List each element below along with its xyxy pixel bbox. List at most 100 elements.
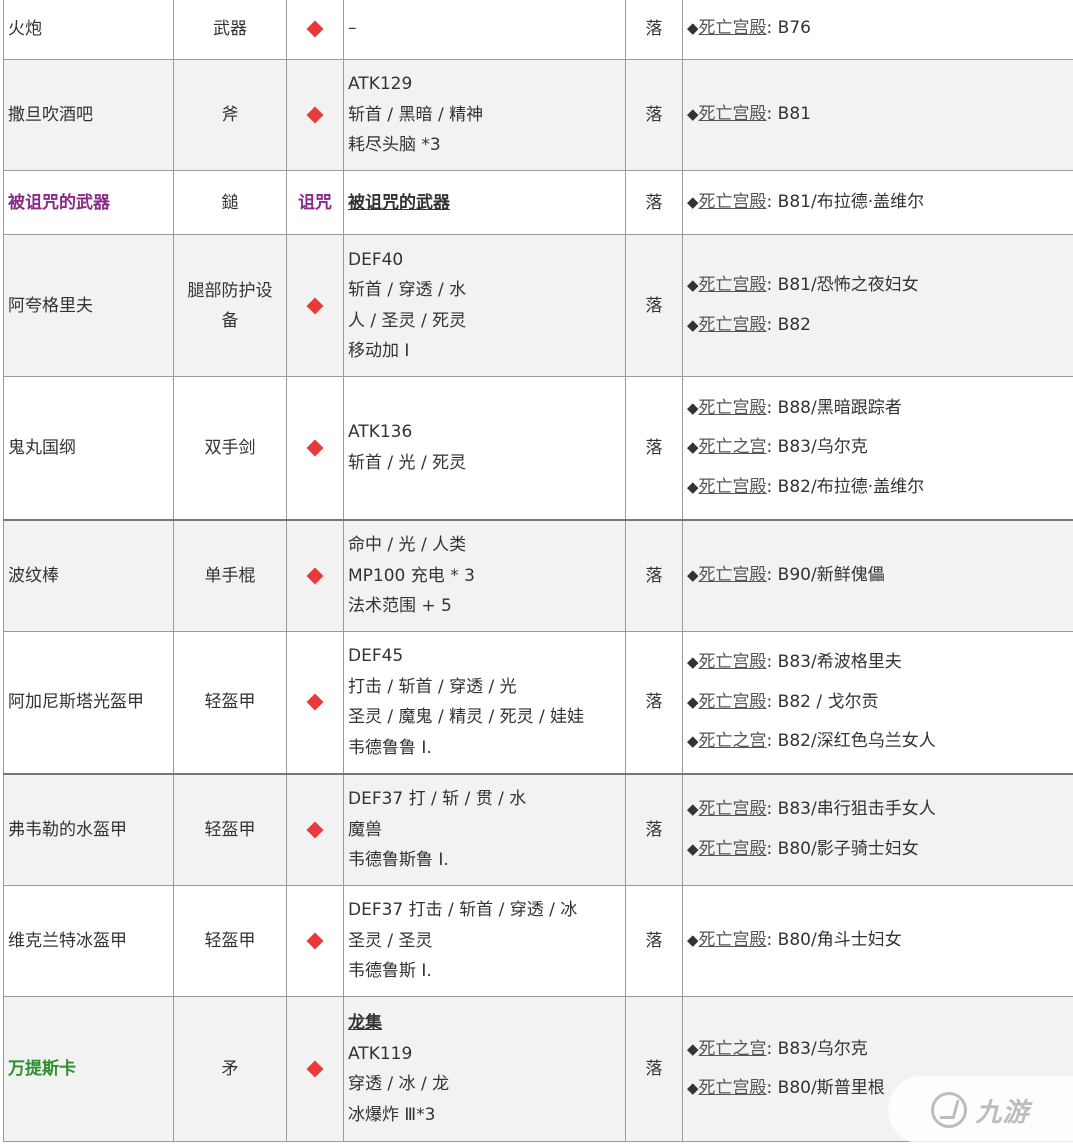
item-stats: DEF37 打击 / 斩首 / 穿透 / 冰 圣灵 / 圣灵 韦德鲁斯 I.	[343, 885, 626, 997]
diamond-icon	[306, 693, 324, 711]
diamond-icon	[306, 20, 324, 37]
item-sources: ◆死亡宫殿: B81/恐怖之夜妇女 ◆死亡宫殿: B82	[682, 234, 1073, 377]
source-entry: ◆死亡宫殿: B81	[687, 104, 811, 125]
source-entry: ◆死亡宫殿: B76	[687, 17, 811, 38]
location-link[interactable]: 死亡宫殿	[699, 18, 767, 38]
table-row: 波纹棒 单手棍 命中 / 光 / 人类 MP100 充电 * 3 法术范围 + …	[3, 518, 1073, 632]
diamond-icon	[306, 932, 324, 950]
location-link[interactable]: 死亡之宫	[699, 1039, 767, 1059]
table-row: 阿加尼斯塔光盔甲 轻盔甲 DEF45 打击 / 斩首 / 穿透 / 光 圣灵 /…	[3, 631, 1073, 774]
location-link[interactable]: 死亡宫殿	[699, 930, 767, 950]
drop-type: 落	[625, 772, 683, 886]
rarity-mark	[286, 518, 344, 632]
source-entry: ◆死亡宫殿: B81/恐怖之夜妇女	[687, 275, 919, 295]
source-entry: ◆死亡宫殿: B90/新鲜傀儡	[687, 565, 885, 585]
source-entry: ◆死亡之宫: B82/深红色乌兰女人	[687, 731, 936, 751]
rarity-mark	[286, 885, 344, 997]
item-stats: 被诅咒的武器	[343, 170, 626, 235]
diamond-icon	[306, 821, 324, 839]
item-sources: ◆死亡宫殿: B90/新鲜傀儡	[682, 518, 1073, 632]
location-link[interactable]: 死亡宫殿	[699, 315, 767, 335]
location-link[interactable]: 死亡宫殿	[699, 398, 767, 418]
item-name: 阿夸格里夫	[3, 234, 174, 377]
item-name: 火炮	[3, 0, 174, 60]
item-type: 鎚	[173, 170, 287, 235]
source-entry: ◆死亡之宫: B83/乌尔克	[687, 437, 868, 457]
drop-type: 落	[625, 518, 683, 632]
location-link[interactable]: 死亡宫殿	[699, 275, 767, 295]
watermark: 九游	[888, 1076, 1073, 1144]
item-sources: ◆死亡宫殿: B88/黑暗跟踪者 ◆死亡之宫: B83/乌尔克 ◆死亡宫殿: B…	[682, 376, 1073, 520]
source-entry: ◆死亡宫殿: B80/角斗士妇女	[687, 930, 902, 951]
diamond-icon	[306, 439, 324, 457]
item-name: 被诅咒的武器	[3, 170, 174, 235]
item-stats: ATK129 斩首 / 黑暗 / 精神 耗尽头脑 *3	[343, 59, 626, 171]
item-type: 武器	[173, 0, 287, 60]
watermark-text: 九游	[975, 1097, 1030, 1128]
location-link[interactable]: 死亡宫殿	[699, 799, 767, 819]
item-stats: 命中 / 光 / 人类 MP100 充电 * 3 法术范围 + 5	[343, 518, 626, 632]
item-name: 鬼丸国纲	[3, 376, 174, 520]
drop-type: 落	[625, 170, 683, 235]
location-link[interactable]: 死亡宫殿	[699, 192, 767, 212]
item-sources: ◆死亡宫殿: B83/串行狙击手女人 ◆死亡宫殿: B80/影子骑士妇女	[682, 772, 1073, 886]
item-type: 单手棍	[173, 518, 287, 632]
item-name: 撒旦吹酒吧	[3, 59, 174, 171]
source-entry: ◆死亡宫殿: B82 / 戈尔贡	[687, 691, 879, 712]
drop-type: 落	[625, 376, 683, 520]
rarity-mark	[286, 59, 344, 171]
rarity-mark: 诅咒	[286, 170, 344, 235]
location-link[interactable]: 死亡宫殿	[699, 477, 767, 497]
item-name: 阿加尼斯塔光盔甲	[3, 631, 174, 774]
item-type: 斧	[173, 59, 287, 171]
drop-type: 落	[625, 234, 683, 377]
item-type: 轻盔甲	[173, 885, 287, 997]
jiuyou-logo-icon	[931, 1092, 968, 1128]
item-name: 万提斯卡	[3, 996, 174, 1142]
diamond-icon	[306, 106, 324, 124]
source-entry: ◆死亡之宫: B83/乌尔克	[687, 1038, 868, 1059]
rarity-mark	[286, 234, 344, 377]
location-link[interactable]: 死亡宫殿	[699, 652, 767, 672]
item-type: 双手剑	[173, 376, 287, 520]
drop-type: 落	[625, 996, 683, 1142]
item-sources: ◆死亡宫殿: B83/希波格里夫 ◆死亡宫殿: B82 / 戈尔贡 ◆死亡之宫:…	[682, 631, 1073, 774]
location-link[interactable]: 死亡宫殿	[699, 692, 767, 712]
source-entry: ◆死亡宫殿: B82/布拉德·盖维尔	[687, 476, 925, 497]
table-row: 阿夸格里夫 腿部防护设备 DEF40 斩首 / 穿透 / 水 人 / 圣灵 / …	[3, 234, 1073, 377]
location-link[interactable]: 死亡宫殿	[699, 104, 767, 124]
location-link[interactable]: 死亡宫殿	[699, 839, 767, 859]
location-link[interactable]: 死亡宫殿	[699, 565, 767, 585]
location-link[interactable]: 死亡之宫	[699, 731, 767, 751]
item-sources: ◆死亡宫殿: B76	[682, 0, 1073, 60]
source-entry: ◆死亡宫殿: B81/布拉德·盖维尔	[687, 191, 925, 212]
location-link[interactable]: 死亡之宫	[699, 437, 767, 457]
dragon-set-link[interactable]: 龙集	[348, 1013, 382, 1033]
table-row: 弗韦勒的水盔甲 轻盔甲 DEF37 打 / 斩 / 贯 / 水 魔兽 韦德鲁斯鲁…	[3, 772, 1073, 886]
source-entry: ◆死亡宫殿: B83/希波格里夫	[687, 652, 902, 672]
rarity-mark	[286, 0, 344, 60]
cursed-weapon-link[interactable]: 被诅咒的武器	[348, 193, 450, 213]
table-row: 撒旦吹酒吧 斧 ATK129 斩首 / 黑暗 / 精神 耗尽头脑 *3 落 ◆死…	[3, 59, 1073, 171]
drop-type: 落	[625, 59, 683, 171]
location-link[interactable]: 死亡宫殿	[699, 1078, 767, 1098]
source-entry: ◆死亡宫殿: B82	[687, 314, 811, 335]
diamond-icon	[306, 297, 324, 314]
drop-type: 落	[625, 0, 683, 60]
source-entry: ◆死亡宫殿: B83/串行狙击手女人	[687, 799, 936, 820]
item-sources: ◆死亡宫殿: B81	[682, 59, 1073, 171]
item-stats: –	[343, 0, 626, 60]
drop-type: 落	[625, 631, 683, 774]
diamond-icon	[306, 1060, 324, 1078]
table-row: 被诅咒的武器 鎚 诅咒 被诅咒的武器 落 ◆死亡宫殿: B81/布拉德·盖维尔	[3, 170, 1073, 235]
item-type: 轻盔甲	[173, 772, 287, 886]
rarity-mark	[286, 631, 344, 774]
table-row: 维克兰特冰盔甲 轻盔甲 DEF37 打击 / 斩首 / 穿透 / 冰 圣灵 / …	[3, 885, 1073, 997]
item-type: 矛	[173, 996, 287, 1142]
item-sources: ◆死亡宫殿: B80/角斗士妇女	[682, 885, 1073, 997]
item-sources: ◆死亡宫殿: B81/布拉德·盖维尔	[682, 170, 1073, 235]
item-stats: ATK136 斩首 / 光 / 死灵	[343, 376, 626, 520]
rarity-mark	[286, 996, 344, 1142]
equipment-table: 火炮 武器 – 落 ◆死亡宫殿: B76 撒旦吹酒吧 斧 ATK129 斩首 /…	[3, 0, 1073, 1142]
item-name: 维克兰特冰盔甲	[3, 885, 174, 997]
